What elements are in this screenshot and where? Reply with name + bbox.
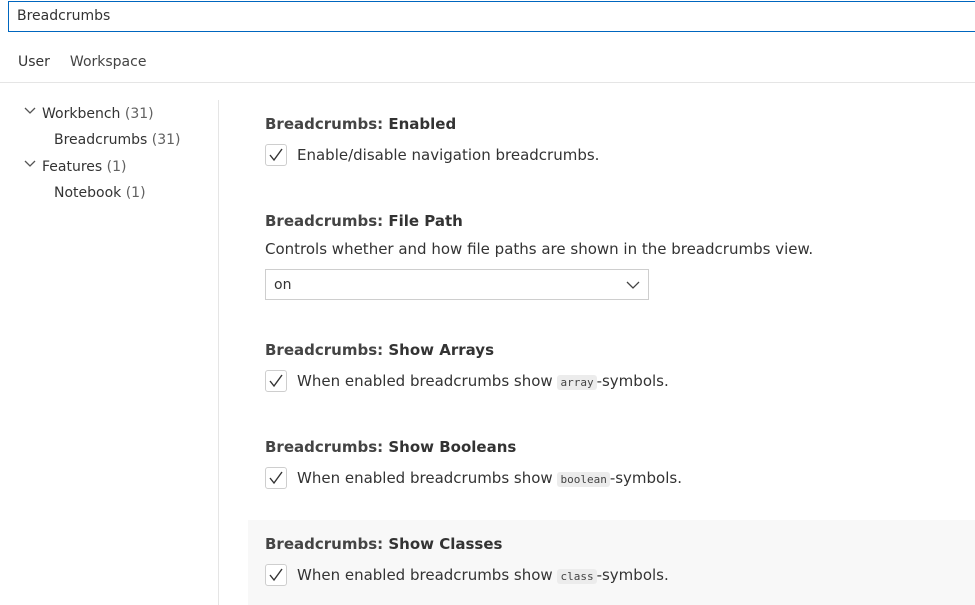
- setting-category: Breadcrumbs:: [265, 341, 389, 359]
- code-span: class: [557, 569, 597, 584]
- description-text: When enabled breadcrumbs show: [297, 469, 558, 487]
- setting-name: Show Arrays: [388, 341, 494, 359]
- tab-workspace[interactable]: Workspace: [60, 44, 157, 83]
- setting-breadcrumbs-enabled: Breadcrumbs: Enabled Enable/disable navi…: [248, 114, 975, 166]
- description-text: When enabled breadcrumbs show: [297, 566, 558, 584]
- tab-user[interactable]: User: [8, 44, 60, 83]
- code-span: array: [557, 375, 597, 390]
- description-text: -symbols.: [596, 372, 669, 390]
- check-icon: [269, 148, 283, 162]
- check-icon: [269, 374, 283, 388]
- check-icon: [269, 568, 283, 582]
- setting-category: Breadcrumbs:: [265, 535, 389, 553]
- select-value: on: [274, 276, 292, 293]
- toc-item-label: Breadcrumbs: [54, 132, 148, 148]
- show-classes-checkbox[interactable]: [265, 564, 287, 586]
- setting-breadcrumbs-show-booleans: Breadcrumbs: Show Booleans When enabled …: [248, 437, 975, 489]
- setting-description: When enabled breadcrumbs show array -symb…: [297, 372, 669, 390]
- setting-breadcrumbs-show-classes: Breadcrumbs: Show Classes When enabled b…: [248, 520, 975, 605]
- setting-name: Show Classes: [388, 535, 503, 553]
- setting-name: Enabled: [388, 115, 457, 133]
- settings-search-input[interactable]: Breadcrumbs: [8, 1, 975, 32]
- toc-item-count: (1): [106, 159, 127, 175]
- toc-item-label: Workbench: [42, 106, 121, 122]
- check-icon: [269, 471, 283, 485]
- setting-category: Breadcrumbs:: [265, 438, 389, 456]
- setting-title: Breadcrumbs: Show Arrays: [265, 340, 975, 360]
- setting-title: Breadcrumbs: Show Booleans: [265, 437, 975, 457]
- chevron-down-icon: [24, 159, 36, 169]
- toc-item-count: (31): [151, 132, 181, 148]
- toc-item-count: (1): [125, 185, 146, 201]
- setting-name: File Path: [388, 212, 463, 230]
- setting-description: When enabled breadcrumbs show class -symb…: [297, 566, 669, 584]
- file-path-select[interactable]: on: [265, 269, 649, 300]
- setting-category: Breadcrumbs:: [265, 115, 389, 133]
- toc-item-features[interactable]: Features (1): [24, 154, 127, 180]
- toc-item-workbench[interactable]: Workbench (31): [24, 101, 154, 127]
- setting-title: Breadcrumbs: File Path: [265, 211, 975, 231]
- toc-item-label: Notebook: [54, 185, 122, 201]
- toc-item-notebook[interactable]: Notebook (1): [54, 180, 146, 206]
- toc-item-breadcrumbs[interactable]: Breadcrumbs (31): [54, 127, 180, 153]
- enabled-checkbox[interactable]: [265, 144, 287, 166]
- setting-description: Enable/disable navigation breadcrumbs.: [297, 146, 600, 164]
- setting-category: Breadcrumbs:: [265, 212, 389, 230]
- description-text: -symbols.: [596, 566, 669, 584]
- settings-tabs: User Workspace: [8, 44, 156, 83]
- show-booleans-checkbox[interactable]: [265, 467, 287, 489]
- settings-toc: Workbench (31) Breadcrumbs (31) Features…: [0, 100, 219, 605]
- description-text: When enabled breadcrumbs show: [297, 372, 558, 390]
- setting-title: Breadcrumbs: Show Classes: [265, 534, 975, 554]
- description-text: -symbols.: [609, 469, 682, 487]
- toc-item-label: Features: [42, 159, 103, 175]
- chevron-down-icon: [626, 281, 640, 289]
- setting-description: Controls whether and how file paths are …: [265, 240, 814, 258]
- setting-name: Show Booleans: [388, 438, 517, 456]
- code-span: boolean: [557, 472, 610, 487]
- tabs-divider: [0, 82, 975, 83]
- setting-description: When enabled breadcrumbs show boolean -sy…: [297, 469, 682, 487]
- chevron-down-icon: [24, 106, 36, 116]
- toc-item-count: (31): [124, 106, 154, 122]
- setting-breadcrumbs-file-path: Breadcrumbs: File Path Controls whether …: [248, 211, 975, 300]
- setting-title: Breadcrumbs: Enabled: [265, 114, 975, 134]
- setting-breadcrumbs-show-arrays: Breadcrumbs: Show Arrays When enabled br…: [248, 340, 975, 392]
- show-arrays-checkbox[interactable]: [265, 370, 287, 392]
